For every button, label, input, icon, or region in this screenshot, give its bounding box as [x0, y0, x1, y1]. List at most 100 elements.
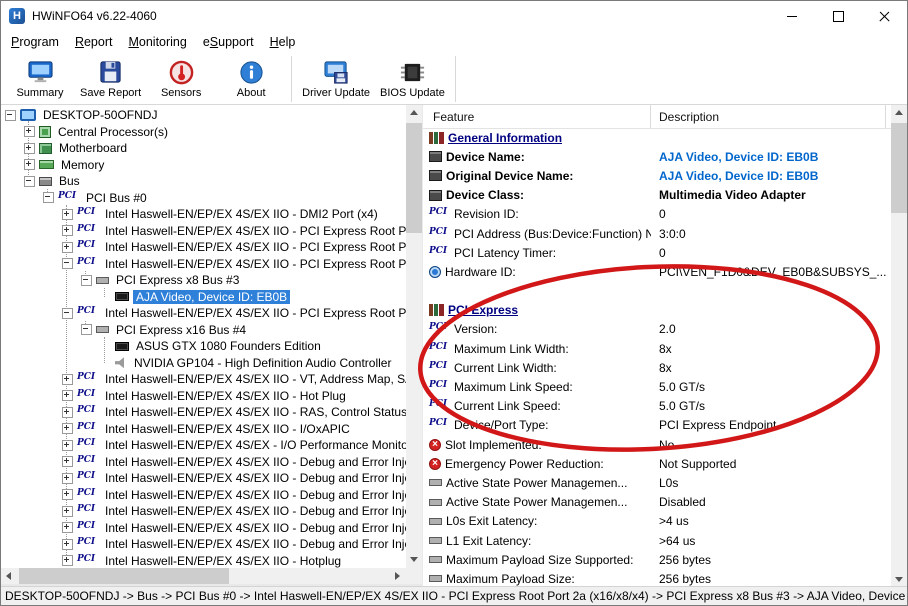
expand-icon[interactable] — [24, 143, 35, 154]
tree-item[interactable]: Intel Haswell-EN/EP/EX 4S/EX IIO - PCI E… — [1, 256, 406, 273]
details-row[interactable]: Active State Power Managemen...Disabled — [423, 493, 891, 512]
details-row[interactable]: Maximum Payload Size Supported:256 bytes — [423, 550, 891, 569]
scroll-up-button[interactable] — [891, 105, 907, 121]
details-row[interactable]: Original Device Name:AJA Video, Device I… — [423, 166, 891, 185]
menu-item-monitoring[interactable]: Monitoring — [120, 32, 194, 52]
tree-item[interactable]: Intel Haswell-EN/EP/EX 4S/EX IIO - Debug… — [1, 470, 406, 487]
details-row[interactable]: Current Link Width:8x — [423, 358, 891, 377]
scroll-up-button[interactable] — [406, 105, 422, 121]
details-row[interactable]: Current Link Speed:5.0 GT/s — [423, 397, 891, 416]
expand-icon[interactable] — [62, 473, 73, 484]
details-row[interactable]: Maximum Link Speed:5.0 GT/s — [423, 377, 891, 396]
driver-update-button[interactable]: Driver Update — [297, 55, 375, 103]
menu-item-esupport[interactable]: eSupport — [195, 32, 262, 52]
tree-item[interactable]: PCI Express x8 Bus #3 — [1, 272, 406, 289]
details-row[interactable]: Active State Power Managemen...L0s — [423, 473, 891, 492]
tree-horizontal-scrollbar[interactable] — [1, 568, 406, 584]
collapse-icon[interactable] — [43, 192, 54, 203]
minimize-button[interactable] — [769, 1, 815, 31]
expand-icon[interactable] — [62, 489, 73, 500]
tree-item[interactable]: Intel Haswell-EN/EP/EX 4S/EX IIO - Debug… — [1, 520, 406, 537]
collapse-icon[interactable] — [62, 258, 73, 269]
expand-icon[interactable] — [62, 423, 73, 434]
details-vertical-scrollbar[interactable] — [891, 105, 907, 588]
summary-button[interactable]: Summary — [5, 55, 75, 103]
tree-item[interactable]: Intel Haswell-EN/EP/EX 4S/EX IIO - Hot P… — [1, 388, 406, 405]
expand-icon[interactable] — [62, 242, 73, 253]
details-row[interactable]: PCI Latency Timer:0 — [423, 243, 891, 262]
scrollbar-thumb[interactable] — [891, 123, 907, 213]
collapse-icon[interactable] — [62, 308, 73, 319]
collapse-icon[interactable] — [24, 176, 35, 187]
menu-item-help[interactable]: Help — [262, 32, 304, 52]
details-row[interactable]: Device/Port Type:PCI Express Endpoint — [423, 416, 891, 435]
collapse-icon[interactable] — [81, 324, 92, 335]
scrollbar-thumb[interactable] — [406, 123, 422, 233]
expand-icon[interactable] — [62, 456, 73, 467]
collapse-icon[interactable] — [5, 110, 16, 121]
tree-item[interactable]: Intel Haswell-EN/EP/EX 4S/EX IIO - PCI E… — [1, 239, 406, 256]
details-row[interactable]: Maximum Link Width:8x — [423, 339, 891, 358]
tree-item[interactable]: Intel Haswell-EN/EP/EX 4S/EX IIO - DMI2 … — [1, 206, 406, 223]
tree-item[interactable]: Intel Haswell-EN/EP/EX 4S/EX IIO - Debug… — [1, 454, 406, 471]
tree-vertical-scrollbar[interactable] — [406, 105, 422, 568]
tree-item[interactable]: PCI Bus #0 — [1, 190, 406, 207]
tree-item[interactable]: Memory — [1, 157, 406, 174]
bios-update-button[interactable]: BIOS Update — [375, 55, 450, 103]
details-row[interactable]: Slot Implemented:No — [423, 435, 891, 454]
tree-item[interactable]: NVIDIA GP104 - High Definition Audio Con… — [1, 355, 406, 372]
details-row[interactable]: L0s Exit Latency:>4 us — [423, 512, 891, 531]
tree-item[interactable]: Intel Haswell-EN/EP/EX 4S/EX IIO - Debug… — [1, 503, 406, 520]
column-header-description[interactable]: Description — [651, 105, 886, 128]
details-row[interactable]: Revision ID:0 — [423, 205, 891, 224]
expand-icon[interactable] — [24, 159, 35, 170]
tree-item[interactable]: PCI Express x16 Bus #4 — [1, 322, 406, 339]
expand-icon[interactable] — [62, 522, 73, 533]
tree-item[interactable]: AJA Video, Device ID: EB0B — [1, 289, 406, 306]
expand-icon[interactable] — [62, 555, 73, 566]
scrollbar-thumb[interactable] — [19, 568, 229, 584]
close-button[interactable] — [861, 1, 907, 31]
tree-item[interactable]: Intel Haswell-EN/EP/EX 4S/EX - I/O Perfo… — [1, 437, 406, 454]
tree-item[interactable]: Motherboard — [1, 140, 406, 157]
tree-item[interactable]: Intel Haswell-EN/EP/EX 4S/EX IIO - PCI E… — [1, 305, 406, 322]
expand-icon[interactable] — [62, 209, 73, 220]
details-row[interactable]: L1 Exit Latency:>64 us — [423, 531, 891, 550]
collapse-icon[interactable] — [81, 275, 92, 286]
details-row[interactable]: Device Name:AJA Video, Device ID: EB0B — [423, 147, 891, 166]
tree-item[interactable]: Central Processor(s) — [1, 124, 406, 141]
tree-item[interactable]: Intel Haswell-EN/EP/EX 4S/EX IIO - RAS, … — [1, 404, 406, 421]
details-row[interactable]: Version:2.0 — [423, 320, 891, 339]
details-row[interactable]: Emergency Power Reduction:Not Supported — [423, 454, 891, 473]
column-header-feature[interactable]: Feature — [423, 105, 651, 128]
tree-item[interactable]: Intel Haswell-EN/EP/EX 4S/EX IIO - Debug… — [1, 487, 406, 504]
expand-icon[interactable] — [62, 440, 73, 451]
save-report-button[interactable]: Save Report — [75, 55, 146, 103]
details-row[interactable]: Device Class:Multimedia Video Adapter — [423, 186, 891, 205]
about-button[interactable]: About — [216, 55, 286, 103]
tree-item[interactable]: DESKTOP-50OFNDJ — [1, 107, 406, 124]
expand-icon[interactable] — [24, 126, 35, 137]
tree-item[interactable]: Intel Haswell-EN/EP/EX 4S/EX IIO - PCI E… — [1, 223, 406, 240]
tree-item[interactable]: Bus — [1, 173, 406, 190]
sensors-button[interactable]: Sensors — [146, 55, 216, 103]
expand-icon[interactable] — [62, 374, 73, 385]
tree-item[interactable]: Intel Haswell-EN/EP/EX 4S/EX IIO - Hotpl… — [1, 553, 406, 569]
tree-item[interactable]: Intel Haswell-EN/EP/EX 4S/EX IIO - VT, A… — [1, 371, 406, 388]
expand-icon[interactable] — [62, 539, 73, 550]
tree-item[interactable]: Intel Haswell-EN/EP/EX 4S/EX IIO - Debug… — [1, 536, 406, 553]
expand-icon[interactable] — [62, 225, 73, 236]
details-section-row[interactable]: General Information — [423, 128, 891, 147]
scroll-right-button[interactable] — [390, 568, 406, 584]
tree-item[interactable]: ASUS GTX 1080 Founders Edition — [1, 338, 406, 355]
menu-item-program[interactable]: Program — [3, 32, 67, 52]
expand-icon[interactable] — [62, 407, 73, 418]
details-row[interactable]: Hardware ID:PCI\VEN_F1D0&DEV_EB0B&SUBSYS… — [423, 262, 891, 281]
menu-item-report[interactable]: Report — [67, 32, 121, 52]
tree-item[interactable]: Intel Haswell-EN/EP/EX 4S/EX IIO - I/OxA… — [1, 421, 406, 438]
expand-icon[interactable] — [62, 506, 73, 517]
scroll-down-button[interactable] — [406, 552, 422, 568]
details-row[interactable]: PCI Address (Bus:Device:Function) Nu...3… — [423, 224, 891, 243]
details-section-row[interactable]: PCI Express — [423, 301, 891, 320]
maximize-button[interactable] — [815, 1, 861, 31]
